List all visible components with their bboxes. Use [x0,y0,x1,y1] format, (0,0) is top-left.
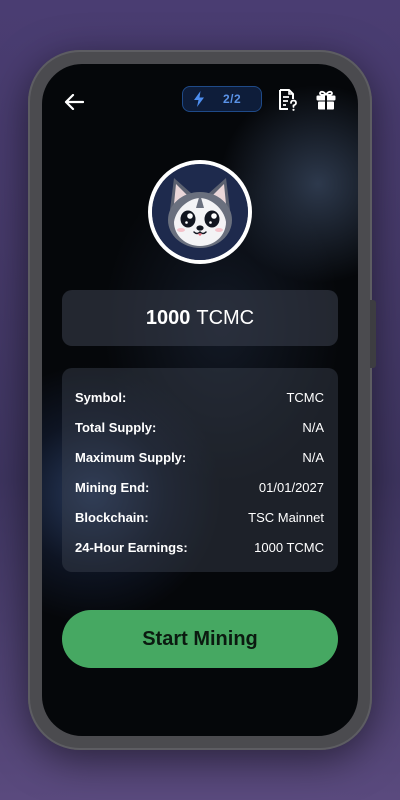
detail-row-maximum-supply: Maximum Supply: N/A [75,442,324,472]
detail-value: TCMC [286,389,324,405]
balance-unit: TCMC [196,306,255,329]
start-mining-button[interactable]: Start Mining [62,610,338,668]
back-button[interactable] [60,88,88,116]
detail-label: Maximum Supply: [75,449,187,465]
phone-frame: 2/2 1000 TCMC Symbol: TCMC Total Supply:… [28,50,372,750]
detail-label: Blockchain: [75,509,149,525]
detail-value: N/A [302,419,324,435]
detail-row-blockchain: Blockchain: TSC Mainnet [75,502,324,532]
phone-side-button [370,300,376,368]
energy-count: 2/2 [223,92,242,106]
detail-row-daily-earnings: 24-Hour Earnings: 1000 TCMC [75,532,324,562]
document-question-icon [279,89,297,111]
detail-value: 01/01/2027 [258,479,324,495]
gift-button[interactable] [312,86,340,114]
app-screen: 2/2 1000 TCMC Symbol: TCMC Total Supply:… [42,64,358,736]
detail-value: N/A [302,449,324,465]
husky-dog-logo [152,164,248,260]
coin-avatar [148,160,252,264]
detail-value: 1000 TCMC [254,539,324,555]
lightning-bolt-icon [193,90,207,108]
gift-icon [316,90,336,110]
balance-amount: 1000 [145,306,191,329]
detail-label: Mining End: [75,479,150,495]
balance-card: 1000 TCMC [62,290,338,346]
detail-label: Symbol: [75,389,127,405]
detail-value: TSC Mainnet [248,509,324,525]
coin-details-card: Symbol: TCMC Total Supply: N/A Maximum S… [62,368,338,572]
arrow-left-icon [64,94,84,110]
detail-row-mining-end: Mining End: 01/01/2027 [75,472,324,502]
docs-button[interactable] [274,86,302,114]
detail-label: Total Supply: [75,419,157,435]
detail-row-total-supply: Total Supply: N/A [75,412,324,442]
detail-label: 24-Hour Earnings: [75,539,188,555]
detail-row-symbol: Symbol: TCMC [75,382,324,412]
energy-counter[interactable]: 2/2 [182,86,262,112]
